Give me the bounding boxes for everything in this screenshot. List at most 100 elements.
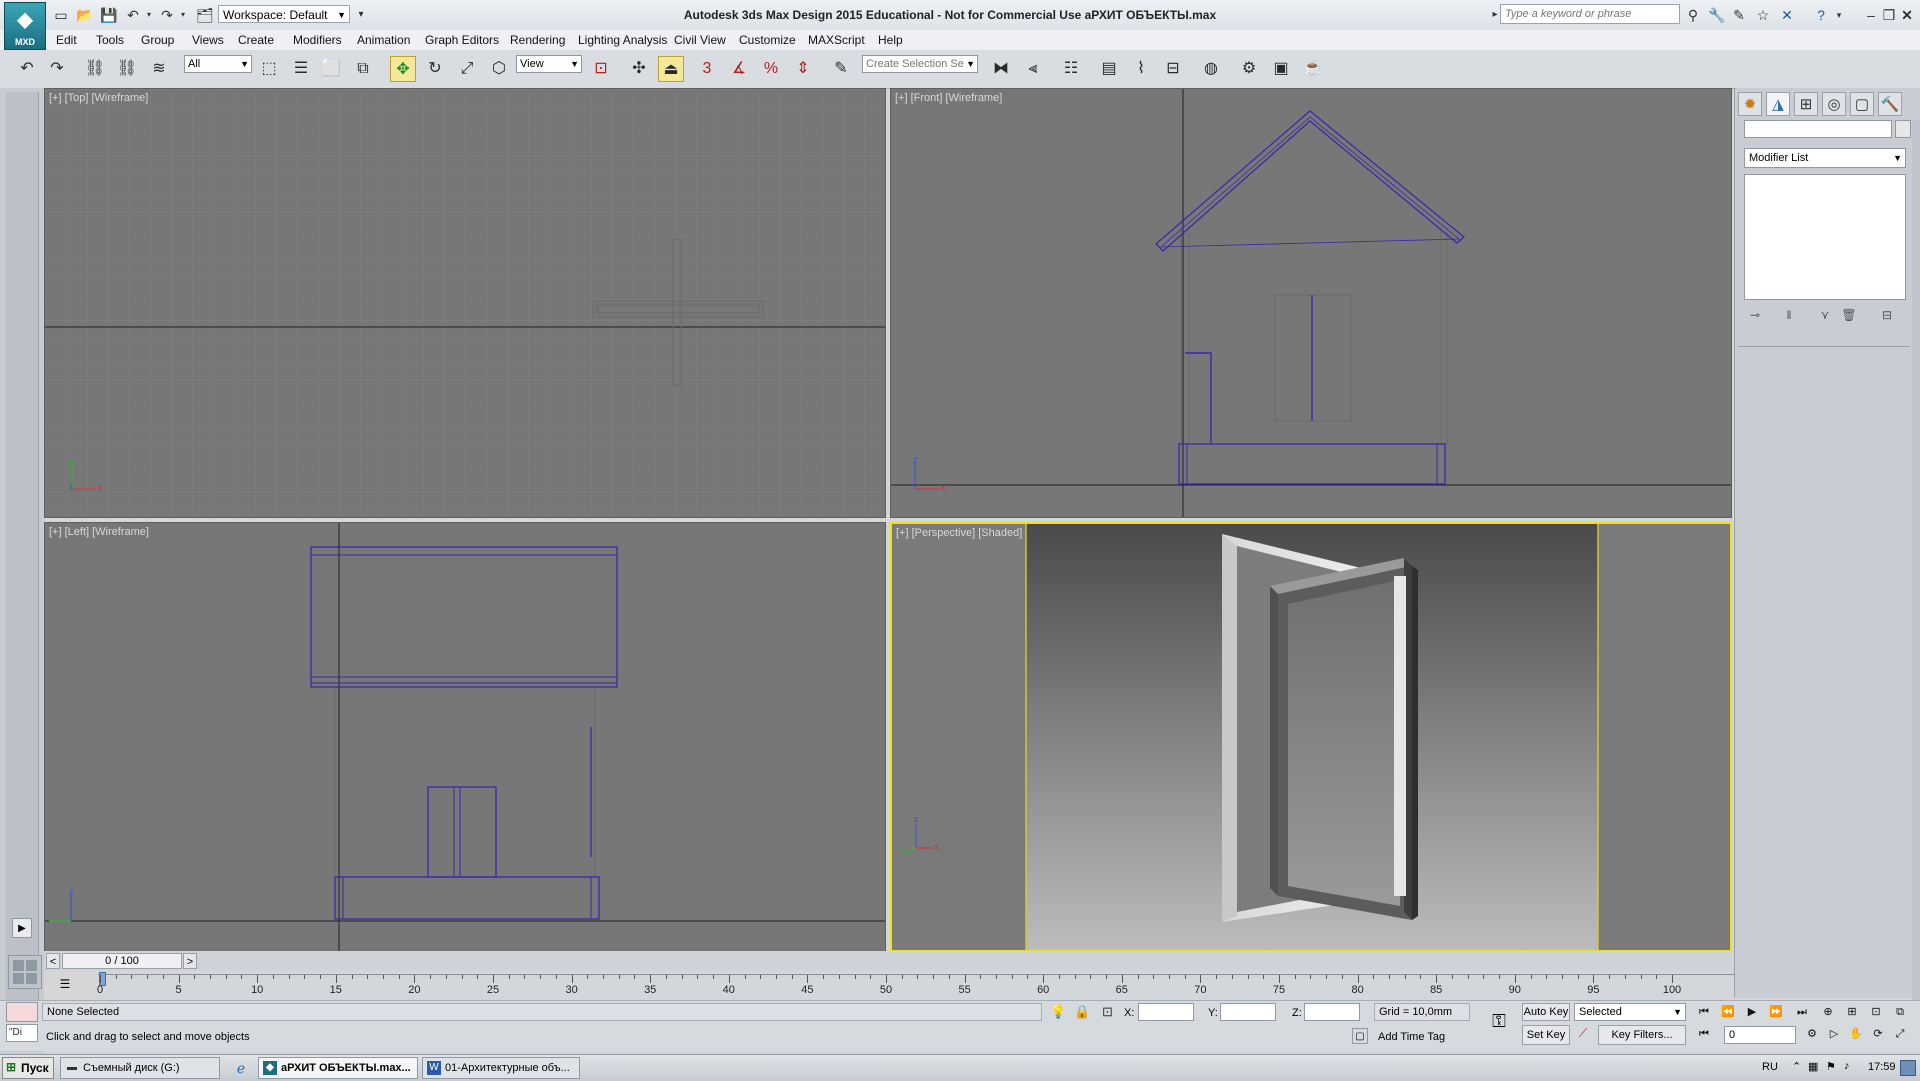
select-and-scale-icon[interactable]: ⤢ (454, 56, 480, 82)
customize-qat-icon[interactable]: ▾ (352, 6, 370, 24)
next-frame-icon[interactable]: ⏩ (1766, 1004, 1786, 1020)
pivot-center-icon[interactable]: ⊡ (588, 56, 614, 82)
subscription-icon[interactable]: 🔧 (1708, 6, 1726, 24)
menu-help[interactable]: Help (878, 33, 903, 47)
workspace-dropdown[interactable]: Workspace: Default ▼ (218, 5, 350, 23)
viewport-top[interactable]: [+] [Top] [Wireframe] y x z (44, 88, 886, 518)
select-by-name-icon[interactable]: ☰ (288, 56, 314, 82)
menu-rendering[interactable]: Rendering (510, 33, 565, 47)
menu-maxscript[interactable]: MAXScript (808, 33, 865, 47)
hierarchy-tab-icon[interactable]: ⊞ (1794, 92, 1818, 116)
percent-snap-icon[interactable]: % (758, 56, 784, 82)
render-setup-icon[interactable]: ⚙ (1236, 56, 1262, 82)
viewport-layout-tab-panel[interactable] (6, 92, 39, 1042)
language-indicator[interactable]: RU (1762, 1061, 1778, 1073)
time-slider-thumb[interactable]: 0 / 100 (62, 953, 182, 969)
schematic-view-icon[interactable]: ⊟ (1160, 56, 1186, 82)
previous-frame-icon[interactable]: ⏪ (1718, 1004, 1738, 1020)
menu-create[interactable]: Create (238, 33, 274, 47)
viewport-perspective[interactable]: [+] [Perspective] [Shaded] z x y (890, 522, 1732, 952)
taskbar-item-3dsmax[interactable]: ◆ аРХИТ ОБЪЕКТЫ.max... (258, 1057, 418, 1079)
spinner-snap-icon[interactable]: ⇕ (790, 56, 816, 82)
selection-filter-dropdown[interactable]: All ▼ (184, 55, 252, 73)
modifier-list-dropdown[interactable]: Modifier List ▼ (1744, 148, 1906, 168)
menu-modifiers[interactable]: Modifiers (293, 33, 342, 47)
bind-to-space-warp-icon[interactable]: ≋ (146, 56, 172, 82)
redo-icon[interactable]: ↷ (44, 56, 70, 82)
play-icon[interactable]: ▶ (1742, 1004, 1762, 1020)
rectangular-selection-icon[interactable]: ⬜ (318, 56, 344, 82)
select-and-move-icon[interactable]: ✥ (390, 56, 416, 82)
viewport-label[interactable]: [+] [Top] [Wireframe] (49, 92, 148, 104)
taskbar-item-removable-disk[interactable]: ▬ Съемный диск (G:) (60, 1057, 220, 1079)
start-button[interactable]: ⊞ Пуск (2, 1057, 54, 1079)
z-coord-field[interactable] (1304, 1003, 1360, 1021)
favorites-icon[interactable]: ☆ (1754, 6, 1772, 24)
time-slider-next-button[interactable]: > (183, 953, 197, 969)
undo-icon[interactable]: ↶ (14, 56, 40, 82)
select-manipulate-icon[interactable]: ✣ (626, 56, 652, 82)
configure-modifier-sets-icon[interactable]: ⊟ (1878, 306, 1896, 324)
select-and-place-icon[interactable]: ⬡ (486, 56, 512, 82)
tray-volume-icon[interactable]: ♪ (1844, 1060, 1850, 1072)
make-unique-icon[interactable]: ⋎ (1816, 306, 1834, 324)
menu-customize[interactable]: Customize (739, 33, 796, 47)
modifier-stack[interactable] (1744, 174, 1906, 300)
isolate-selection-icon[interactable]: 💡 (1050, 1004, 1066, 1020)
browser-icon[interactable]: ℯ (232, 1059, 250, 1077)
go-to-start-icon[interactable]: ⏮ (1694, 1004, 1714, 1020)
layer-manager-icon[interactable]: ☷ (1058, 56, 1084, 82)
key-mode-toggle-icon[interactable]: ⏮ (1694, 1026, 1714, 1042)
menu-views[interactable]: Views (192, 33, 224, 47)
save-icon[interactable]: 💾 (100, 6, 118, 24)
auto-key-button[interactable]: Auto Key (1522, 1003, 1570, 1021)
menu-lighting-analysis[interactable]: Lighting Analysis (578, 33, 667, 47)
key-filters-button[interactable]: Key Filters... (1598, 1025, 1686, 1045)
undo-dropdown-icon[interactable]: ▾ (144, 6, 154, 24)
viewport-label[interactable]: [+] [Left] [Wireframe] (49, 526, 149, 538)
zoom-extents-icon[interactable]: ⊡ (1866, 1004, 1886, 1020)
menu-edit[interactable]: Edit (56, 33, 77, 47)
viewport-front[interactable]: [+] [Front] [Wireframe] z x (890, 88, 1732, 518)
pan-view-icon[interactable]: ✋ (1846, 1026, 1866, 1042)
key-selection-dropdown[interactable]: Selected ▼ (1574, 1003, 1686, 1021)
absolute-mode-transform-icon[interactable]: ⊡ (1102, 1004, 1113, 1020)
set-key-button[interactable]: Set Key (1522, 1025, 1570, 1045)
unlink-selection-icon[interactable]: ⛓ (114, 56, 140, 82)
maximize-viewport-icon[interactable]: ⤢ (1890, 1026, 1910, 1042)
time-slider[interactable] (44, 951, 1734, 971)
edit-named-selection-icon[interactable]: ✎ (828, 56, 854, 82)
angle-snap-icon[interactable]: ∡ (726, 56, 752, 82)
taskbar-item-word[interactable]: W 01-Архитектурные объ... (422, 1057, 580, 1079)
x-coord-field[interactable] (1138, 1003, 1194, 1021)
tray-network-icon[interactable]: ▦ (1808, 1060, 1818, 1073)
show-end-result-icon[interactable]: ‖ (1780, 306, 1798, 324)
menu-civil-view[interactable]: Civil View (674, 33, 726, 47)
command-panel-scrollbar[interactable] (1912, 120, 1920, 1000)
redo-icon[interactable]: ↷ (158, 6, 176, 24)
select-and-link-icon[interactable]: ⛓ (82, 56, 108, 82)
project-folder-icon[interactable]: 🗂 (196, 6, 214, 24)
display-tab-icon[interactable]: ▢ (1850, 92, 1874, 116)
add-time-tag-button[interactable]: Add Time Tag (1374, 1028, 1474, 1046)
zoom-all-icon[interactable]: ⊞ (1842, 1004, 1862, 1020)
exchange-icon[interactable]: ✕ (1778, 6, 1796, 24)
communication-center-icon[interactable]: ✎ (1730, 6, 1748, 24)
track-bar[interactable] (98, 972, 1734, 1002)
menu-animation[interactable]: Animation (357, 33, 410, 47)
menu-graph-editors[interactable]: Graph Editors (425, 33, 499, 47)
zoom-extents-all-icon[interactable]: ⧉ (1890, 1004, 1910, 1020)
material-editor-icon[interactable]: ◍ (1198, 56, 1224, 82)
motion-tab-icon[interactable]: ◎ (1822, 92, 1846, 116)
render-production-icon[interactable]: ☕ (1300, 56, 1326, 82)
viewport-label[interactable]: [+] [Perspective] [Shaded] (896, 527, 1022, 539)
keyboard-shortcut-override-icon[interactable]: ⏏ (658, 56, 684, 82)
time-configuration-icon[interactable]: ⚙ (1802, 1026, 1822, 1042)
curve-editor-icon[interactable]: ⌇ (1128, 56, 1154, 82)
remove-modifier-icon[interactable]: 🗑 (1840, 306, 1858, 324)
tray-arrow-icon[interactable]: ⌃ (1792, 1060, 1801, 1073)
viewport-label[interactable]: [+] [Front] [Wireframe] (895, 92, 1002, 104)
open-file-icon[interactable]: 📂 (76, 6, 94, 24)
maxscript-listener-mini[interactable] (6, 1002, 38, 1022)
utilities-tab-icon[interactable]: 🔨 (1878, 92, 1902, 116)
